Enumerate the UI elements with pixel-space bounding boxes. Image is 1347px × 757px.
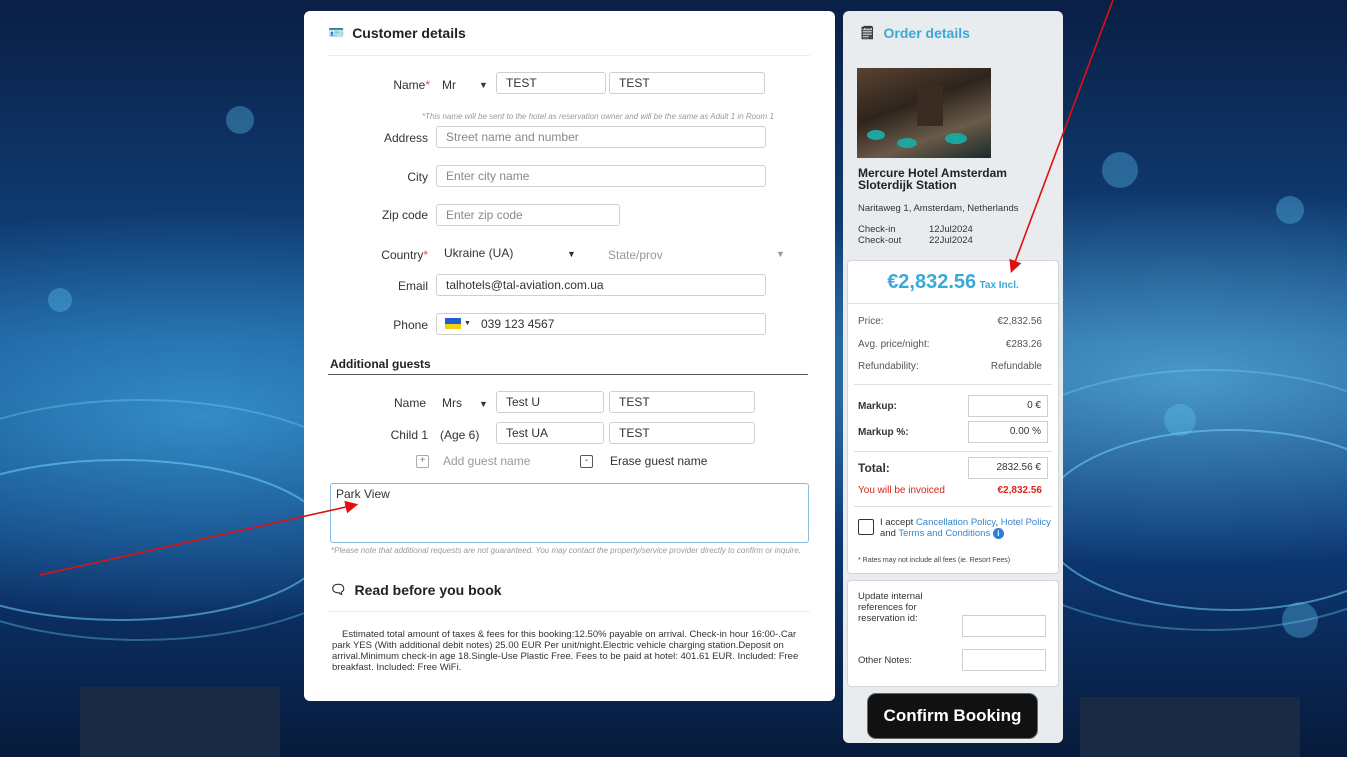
order-details-header: 🗒 Order details bbox=[859, 25, 970, 41]
title-select[interactable]: Mr bbox=[442, 78, 456, 92]
special-requests-textarea[interactable]: Park View bbox=[330, 483, 809, 543]
hotel-policy-link[interactable]: Hotel Policy bbox=[1001, 517, 1051, 528]
requests-note: *Please note that additional requests ar… bbox=[331, 546, 801, 555]
accept-terms-text: I accept Cancellation Policy, Hotel Poli… bbox=[880, 517, 1051, 539]
erase-guest-button[interactable]: Erase guest name bbox=[610, 454, 707, 468]
hotel-name: Mercure Hotel Amsterdam Sloterdijk Stati… bbox=[858, 166, 1007, 192]
additional-guests-header: Additional guests bbox=[330, 357, 431, 371]
country-select[interactable]: Ukraine (UA) bbox=[444, 246, 513, 260]
refundability-label: Refundability: bbox=[858, 361, 919, 372]
guest-title-select[interactable]: Mrs bbox=[442, 396, 462, 410]
plus-icon[interactable]: + bbox=[416, 455, 429, 468]
total-input[interactable]: 2832.56 € bbox=[968, 457, 1048, 479]
chevron-down-icon[interactable]: ▼ bbox=[776, 249, 785, 259]
price-value: €2,832.56 bbox=[997, 316, 1043, 327]
city-input[interactable]: Enter city name bbox=[436, 165, 766, 187]
hotel-image bbox=[857, 68, 991, 158]
city-label: City bbox=[407, 170, 428, 184]
city-skyline bbox=[80, 687, 280, 757]
internal-references-box: Update internal references for reservati… bbox=[847, 580, 1059, 687]
other-notes-label: Other Notes: bbox=[858, 655, 912, 666]
address-input[interactable]: Street name and number bbox=[436, 126, 766, 148]
chevron-down-icon[interactable]: ▼ bbox=[567, 249, 576, 259]
city-skyline bbox=[1080, 697, 1300, 757]
name-label: Name* bbox=[393, 78, 430, 92]
internal-ref-input[interactable] bbox=[962, 615, 1046, 637]
child-last-name-input[interactable]: TEST bbox=[609, 422, 755, 444]
last-name-input[interactable]: TEST bbox=[609, 72, 765, 94]
divider bbox=[328, 611, 810, 612]
phone-label: Phone bbox=[393, 318, 428, 332]
country-label: Country* bbox=[381, 248, 428, 262]
avg-price-label: Avg. price/night: bbox=[858, 339, 930, 350]
avg-price-value: €283.26 bbox=[1005, 339, 1042, 350]
guest-name-label: Name bbox=[393, 396, 426, 410]
chevron-down-icon[interactable]: ▼ bbox=[479, 80, 488, 90]
order-details-panel: 🗒 Order details Mercure Hotel Amsterdam … bbox=[843, 11, 1063, 743]
read-before-text: Estimated total amount of taxes & fees f… bbox=[332, 629, 799, 673]
tax-label: Tax Incl. bbox=[979, 280, 1019, 291]
ukraine-flag-icon[interactable] bbox=[445, 318, 461, 329]
terms-link[interactable]: Terms and Conditions bbox=[898, 528, 990, 539]
read-before-header: 🗨 Read before you book bbox=[330, 582, 502, 598]
guest-first-name-input[interactable]: Test U bbox=[496, 391, 604, 413]
checkin-label: Check-in bbox=[858, 224, 896, 235]
chevron-down-icon[interactable]: ▼ bbox=[464, 320, 471, 327]
confirm-booking-button[interactable]: Confirm Booking bbox=[868, 694, 1037, 738]
total-price-display: €2,832.56 Tax Incl. bbox=[848, 261, 1058, 304]
cancellation-policy-link[interactable]: Cancellation Policy bbox=[916, 517, 996, 528]
add-guest-button[interactable]: Add guest name bbox=[443, 454, 530, 468]
fees-note: * Rates may not include all fees (ie. Re… bbox=[858, 557, 1011, 564]
checkin-value: 12Jul2024 bbox=[929, 224, 973, 235]
invoiced-label: You will be invoiced bbox=[858, 485, 945, 496]
zip-input[interactable]: Enter zip code bbox=[436, 204, 620, 226]
email-input[interactable]: talhotels@tal-aviation.com.ua bbox=[436, 274, 766, 296]
total-label: Total: bbox=[858, 461, 890, 475]
price-label: Price: bbox=[858, 316, 884, 327]
divider bbox=[328, 374, 808, 375]
child-label: Child 1 bbox=[390, 428, 428, 442]
divider bbox=[328, 55, 810, 56]
customer-details-header: 🪪 Customer details bbox=[328, 25, 466, 41]
checkout-label: Check-out bbox=[858, 235, 902, 246]
invoiced-value: €2,832.56 bbox=[997, 485, 1043, 496]
id-card-icon: 🪪 bbox=[328, 25, 345, 40]
markup-label: Markup: bbox=[858, 401, 897, 412]
first-name-input[interactable]: TEST bbox=[496, 72, 606, 94]
other-notes-input[interactable] bbox=[962, 649, 1046, 671]
child-first-name-input[interactable]: Test UA bbox=[496, 422, 604, 444]
divider bbox=[854, 506, 1052, 507]
accept-terms-checkbox[interactable] bbox=[858, 519, 874, 535]
checkout-value: 22Jul2024 bbox=[929, 235, 973, 246]
markup-input[interactable]: 0 € bbox=[968, 395, 1048, 417]
email-label: Email bbox=[397, 279, 428, 293]
zip-label: Zip code bbox=[381, 208, 428, 222]
total-price: €2,832.56 bbox=[887, 271, 977, 293]
customer-details-panel: 🪪 Customer details Name* Mr ▼ TEST TEST … bbox=[304, 11, 835, 701]
info-icon[interactable]: i bbox=[992, 528, 1004, 539]
divider bbox=[854, 384, 1052, 385]
price-box: €2,832.56 Tax Incl. Price: €2,832.56 Avg… bbox=[847, 260, 1059, 574]
state-select[interactable]: State/prov bbox=[608, 248, 663, 262]
message-alert-icon: 🗨 bbox=[330, 582, 347, 597]
child-age: (Age 6) bbox=[440, 428, 480, 442]
minus-icon[interactable]: - bbox=[580, 455, 593, 468]
markup-percent-input[interactable]: 0.00 % bbox=[968, 421, 1048, 443]
address-label: Address bbox=[383, 131, 428, 145]
name-note: *This name will be sent to the hotel as … bbox=[422, 112, 774, 121]
hotel-address: Naritaweg 1, Amsterdam, Netherlands bbox=[858, 203, 1019, 214]
divider bbox=[854, 451, 1052, 452]
receipt-icon: 🗒 bbox=[859, 25, 876, 40]
markup-percent-label: Markup %: bbox=[858, 427, 909, 438]
guest-last-name-input[interactable]: TEST bbox=[609, 391, 755, 413]
refundability-value: Refundable bbox=[990, 361, 1042, 372]
phone-input[interactable]: 039 123 4567 bbox=[436, 313, 766, 335]
internal-ref-label: Update internal references for reservati… bbox=[858, 591, 923, 624]
chevron-down-icon[interactable]: ▼ bbox=[479, 399, 488, 409]
